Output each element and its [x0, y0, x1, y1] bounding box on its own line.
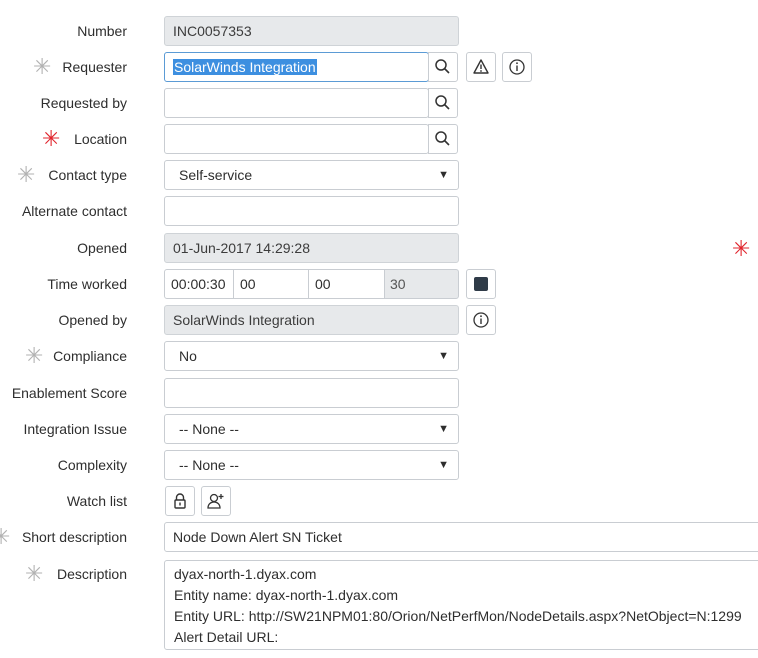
description-label: Description — [56, 566, 127, 582]
enablement-score-row: Enablement Score — [0, 376, 758, 410]
complexity-label: Complexity — [57, 457, 127, 473]
mandatory-icon: ✳ — [33, 55, 52, 80]
time-worked-seconds-field: 30 — [384, 269, 459, 299]
compliance-row: ✳ Compliance No ▼ — [0, 339, 758, 373]
lock-icon — [174, 493, 186, 509]
time-worked-label: Time worked — [47, 276, 127, 292]
complexity-row: Complexity -- None -- ▼ — [0, 448, 758, 482]
alternate-contact-input[interactable] — [164, 196, 459, 226]
watch-list-add-me-button[interactable] — [201, 486, 231, 516]
compliance-value: No — [179, 348, 197, 364]
chevron-down-icon: ▼ — [438, 350, 449, 362]
integration-issue-value: -- None -- — [179, 421, 239, 437]
requested-by-input[interactable] — [164, 88, 429, 118]
integration-issue-row: Integration Issue -- None -- ▼ — [0, 412, 758, 446]
mandatory-icon: ✳ — [42, 127, 61, 152]
requester-input[interactable]: SolarWinds Integration — [164, 52, 429, 82]
mandatory-icon: ✳ — [25, 344, 44, 369]
warning-icon — [473, 59, 489, 74]
requested-by-label: Requested by — [40, 95, 127, 111]
watch-list-label: Watch list — [66, 493, 127, 509]
chevron-down-icon: ▼ — [438, 423, 449, 435]
opened-by-row: Opened by SolarWinds Integration — [0, 303, 758, 337]
requested-by-lookup-button[interactable] — [428, 88, 458, 118]
opened-row: Opened 01-Jun-2017 14:29:28 ✳ — [0, 231, 758, 265]
chevron-down-icon: ▼ — [438, 169, 449, 181]
search-icon — [435, 59, 450, 74]
requested-by-row: Requested by — [0, 86, 758, 120]
enablement-score-input[interactable] — [164, 378, 459, 408]
location-row: ✳ Location — [0, 122, 758, 156]
time-worked-total: 00:00:30 — [164, 269, 234, 299]
search-icon — [435, 95, 450, 110]
requester-value: SolarWinds Integration — [173, 59, 317, 75]
location-lookup-button[interactable] — [428, 124, 458, 154]
alternate-contact-label: Alternate contact — [21, 203, 127, 219]
mandatory-icon: ✳ — [732, 237, 751, 262]
requester-lookup-button[interactable] — [428, 52, 458, 82]
compliance-select[interactable]: No ▼ — [164, 341, 459, 371]
time-worked-minutes-input[interactable]: 00 — [308, 269, 385, 299]
description-line: Alert Detail URL: — [174, 629, 279, 645]
description-line: Entity URL: http://SW21NPM01:80/Orion/Ne… — [174, 608, 742, 624]
compliance-label: Compliance — [53, 348, 127, 364]
mandatory-icon: ✳ — [25, 562, 44, 587]
location-label: Location — [74, 131, 127, 147]
requester-info-button[interactable] — [502, 52, 532, 82]
description-line: Entity name: dyax-north-1.dyax.com — [174, 587, 399, 603]
opened-label: Opened — [77, 240, 127, 256]
opened-by-field: SolarWinds Integration — [164, 305, 459, 335]
contact-type-row: ✳ Contact type Self-service ▼ — [0, 158, 758, 192]
chevron-down-icon: ▼ — [438, 459, 449, 471]
enablement-score-label: Enablement Score — [11, 385, 127, 401]
info-icon — [473, 312, 489, 328]
number-label: Number — [77, 23, 127, 39]
integration-issue-select[interactable]: -- None -- ▼ — [164, 414, 459, 444]
short-description-label: Short description — [21, 529, 127, 545]
time-worked-row: Time worked 00:00:30 00 00 30 — [0, 267, 758, 301]
alternate-contact-row: Alternate contact — [0, 194, 758, 228]
opened-field: 01-Jun-2017 14:29:28 — [164, 233, 459, 263]
integration-issue-label: Integration Issue — [23, 421, 127, 437]
mandatory-icon: ✳ — [0, 525, 11, 550]
requester-label: Requester — [62, 59, 127, 75]
time-worked-hours-input[interactable]: 00 — [233, 269, 309, 299]
watch-list-row: Watch list — [0, 484, 758, 518]
watch-list-lock-button[interactable] — [165, 486, 195, 516]
description-line: dyax-north-1.dyax.com — [174, 566, 317, 582]
add-user-icon — [207, 493, 224, 509]
requester-row: ✳ Requester SolarWinds Integration — [0, 50, 758, 84]
short-description-input[interactable]: Node Down Alert SN Ticket — [164, 522, 758, 552]
contact-type-select[interactable]: Self-service ▼ — [164, 160, 459, 190]
mandatory-icon: ✳ — [17, 163, 36, 188]
opened-by-info-button[interactable] — [466, 305, 496, 335]
search-icon — [435, 131, 450, 146]
stop-icon — [474, 277, 488, 291]
number-row: Number INC0057353 — [0, 14, 758, 48]
number-field: INC0057353 — [164, 16, 459, 46]
complexity-value: -- None -- — [179, 457, 239, 473]
complexity-select[interactable]: -- None -- ▼ — [164, 450, 459, 480]
requester-warning-button[interactable] — [466, 52, 496, 82]
opened-by-label: Opened by — [58, 312, 128, 328]
short-description-row: ✳ Short description Node Down Alert SN T… — [0, 520, 758, 554]
info-icon — [509, 59, 525, 75]
contact-type-value: Self-service — [179, 167, 253, 183]
description-textarea[interactable]: dyax-north-1.dyax.com Entity name: dyax-… — [164, 560, 758, 650]
contact-type-label: Contact type — [48, 167, 127, 183]
location-input[interactable] — [164, 124, 429, 154]
timer-stop-button[interactable] — [466, 269, 496, 299]
